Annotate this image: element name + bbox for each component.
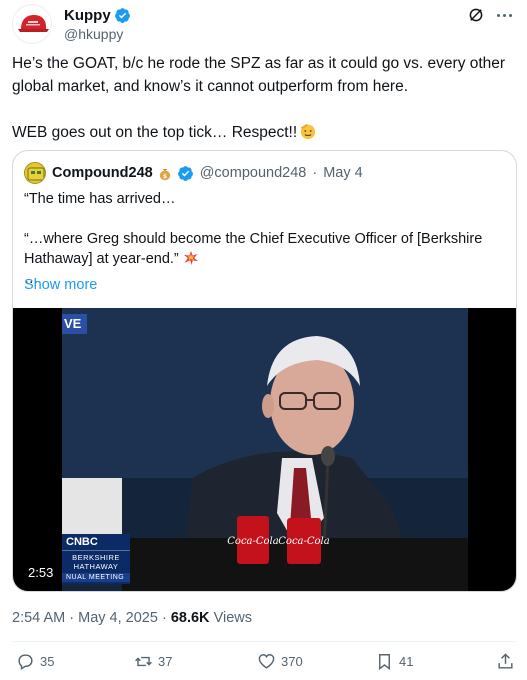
svg-text:$: $ [162,172,167,180]
repost-icon [135,656,152,667]
quoted-date[interactable]: May 4 [323,165,363,181]
tweet-text: He’s the GOAT, b/c he rode the SPZ as fa… [12,52,515,144]
avatar[interactable] [12,4,52,44]
live-badge: VE [62,314,88,334]
quoted-author-name[interactable]: Compound248 [52,165,153,181]
collision-emoji-icon [183,250,198,266]
berkshire-line: BERKSHIRE [72,553,120,562]
tweet-actions: 35 37 370 41 [12,652,515,674]
quoted-author-avatar[interactable] [24,162,46,184]
quoted-tweet-card[interactable]: Compound248 $ @compound248 · May 4 “The … [12,150,517,592]
meta-separator: · [69,610,75,626]
divider [12,641,515,642]
bookmark-button[interactable]: 41 [375,652,413,671]
reply-count: 35 [40,654,55,669]
views-count: 68.6K [170,610,210,626]
author-handle[interactable]: @hkuppy [64,26,123,42]
like-count: 370 [281,654,303,669]
can-label: Coca-Cola [227,536,278,547]
reply-button[interactable]: 35 [16,652,54,671]
quoted-separator: · [312,165,318,181]
tweet-meta: 2:54 AM · May 4, 2025 · 68.6K Views [12,610,252,626]
quoted-line: “The time has arrived… [24,191,176,207]
verified-badge-icon [114,8,130,23]
heart-icon [258,654,275,669]
berkshire-line: HATHAWAY [73,562,119,571]
saluting-face-emoji-icon [300,123,316,140]
show-more-link[interactable]: Show more [24,277,97,293]
share-icon [498,653,513,669]
quoted-line: “…where Greg should become the Chief Exe… [24,229,504,269]
video-player[interactable]: Coca-Cola Coca-Cola VE CNBC BERKSHIRE HA… [13,308,516,591]
like-button[interactable]: 370 [257,652,303,671]
tweet-paragraph: He’s the GOAT, b/c he rode the SPZ as fa… [12,55,506,95]
quoted-author-handle[interactable]: @compound248 [200,165,307,181]
tweet-date[interactable]: May 4, 2025 [78,610,158,626]
share-button[interactable] [496,652,515,671]
meeting-label: NUAL MEETING [62,573,130,582]
author-name-row: Kuppy [64,7,131,24]
tweet-time[interactable]: 2:54 AM [12,610,65,626]
grok-icon[interactable] [467,6,485,24]
tweet-header: Kuppy @hkuppy [12,4,515,44]
tweet-paragraph-text: WEB goes out on the top tick… Respect!! [12,124,298,141]
quoted-tweet-text: “The time has arrived… “…where Greg shou… [24,189,504,289]
quoted-tweet-header: Compound248 $ @compound248 · May 4 [24,162,363,184]
author-display-name[interactable]: Kuppy [64,7,111,24]
berkshire-label: BERKSHIRE HATHAWAY [62,551,130,573]
video-duration: 2:53 [23,563,59,582]
quoted-line-text: “…where Greg should become the Chief Exe… [24,231,483,267]
reply-icon [18,654,33,670]
more-options-icon[interactable] [493,10,515,20]
bookmark-count: 41 [399,654,414,669]
cnbc-label: CNBC [62,534,130,551]
repost-button[interactable]: 37 [134,652,172,671]
meta-separator: · [161,610,167,626]
money-bag-emoji-icon: $ [159,169,170,181]
cnbc-lower-third: CNBC BERKSHIRE HATHAWAY NUAL MEETING [62,534,130,584]
quoted-verified-badge-icon [177,165,193,181]
can-label: Coca-Cola [278,536,329,547]
bookmark-icon [379,654,390,671]
repost-count: 37 [158,654,173,669]
tweet-paragraph: WEB goes out on the top tick… Respect!! [12,121,515,144]
views-label: Views [213,610,252,626]
